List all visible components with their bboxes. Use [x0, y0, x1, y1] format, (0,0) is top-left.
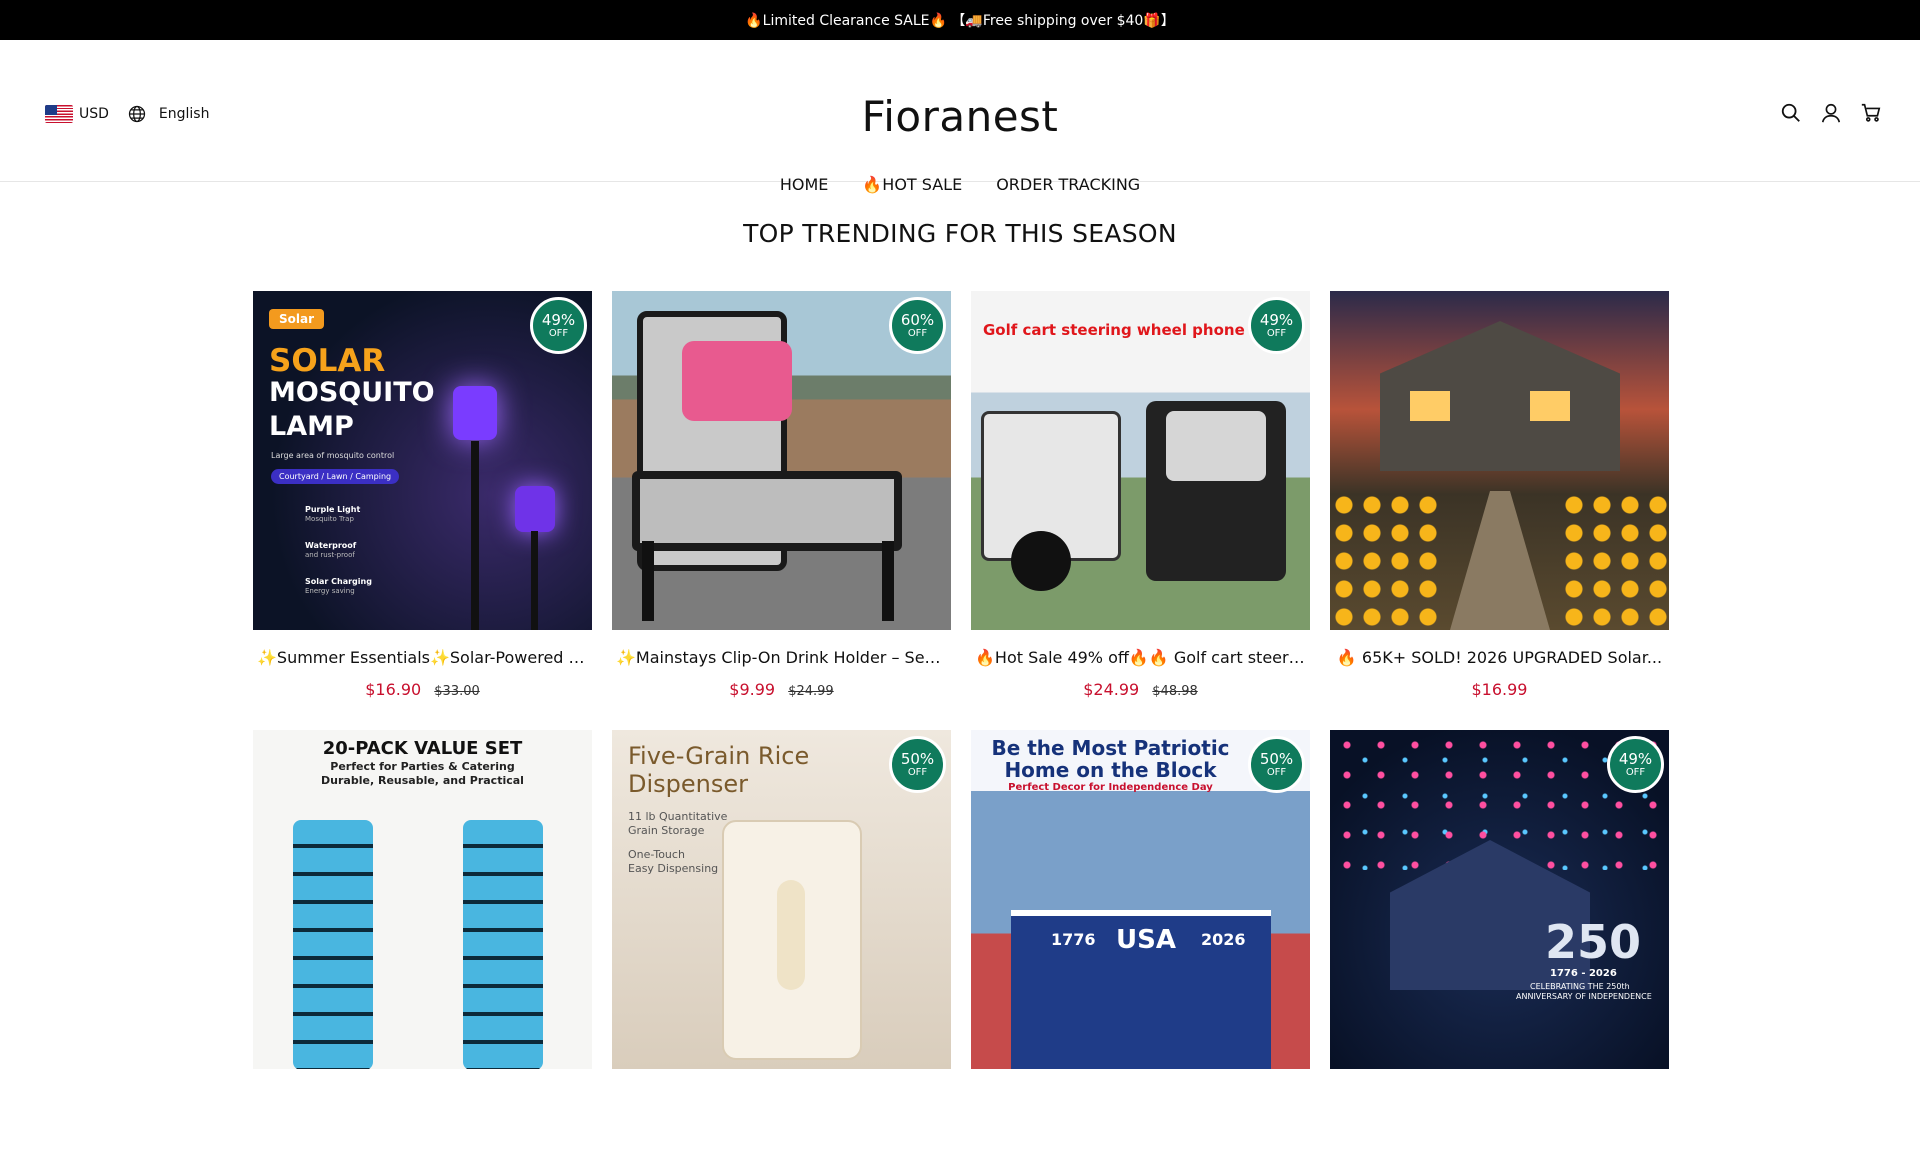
- product-image[interactable]: 250 1776 - 2026 CELEBRATING THE 250th AN…: [1330, 730, 1669, 1069]
- basket-stack: [463, 820, 543, 1069]
- product-card[interactable]: 20-PACK VALUE SET Perfect for Parties & …: [253, 730, 592, 1169]
- lamp-pole: [471, 441, 479, 630]
- product-title[interactable]: ✨Mainstays Clip-On Drink Holder – Secure…: [612, 648, 951, 667]
- announcement-text: 🔥Limited Clearance SALE🔥 【🚚Free shipping…: [745, 13, 1175, 29]
- discount-badge: 49% OFF: [530, 297, 587, 354]
- sale-price: $9.99: [729, 680, 776, 699]
- account-icon[interactable]: [1820, 102, 1842, 124]
- product-title[interactable]: 🔥 65K+ SOLD! 2026 UPGRADED Solar...: [1330, 648, 1669, 667]
- product-grid: Solar SOLAR MOSQUITO LAMP Large area of …: [253, 291, 1669, 1169]
- value-set-picture: 20-PACK VALUE SET Perfect for Parties & …: [253, 730, 592, 1069]
- discount-badge: 49% OFF: [1607, 736, 1664, 793]
- nav-hot-sale[interactable]: 🔥HOT SALE: [862, 175, 962, 194]
- dispenser-window: [777, 880, 805, 990]
- discount-badge: 60% OFF: [889, 297, 946, 354]
- product-card[interactable]: 🔥 65K+ SOLD! 2026 UPGRADED Solar... $16.…: [1330, 291, 1669, 730]
- brand-logo[interactable]: Fioranest: [0, 92, 1920, 141]
- section-title: TOP TRENDING FOR THIS SEASON: [743, 219, 1177, 248]
- nav-order-tracking[interactable]: ORDER TRACKING: [996, 175, 1140, 194]
- sale-price: $16.90: [365, 680, 422, 699]
- product-image[interactable]: Solar SOLAR MOSQUITO LAMP Large area of …: [253, 291, 592, 630]
- product-prices: $9.99 $24.99: [612, 680, 951, 699]
- compare-price: $48.98: [1152, 684, 1198, 699]
- product-card[interactable]: Solar SOLAR MOSQUITO LAMP Large area of …: [253, 291, 592, 730]
- compare-price: $24.99: [788, 684, 834, 699]
- basket-stack: [293, 820, 373, 1069]
- chair-seat: [632, 471, 902, 551]
- stone-path: [1450, 491, 1550, 630]
- product-card[interactable]: 60% OFF ✨Mainstays Clip-On Drink Holder …: [612, 291, 951, 730]
- product-image[interactable]: 60% OFF: [612, 291, 951, 630]
- product-image[interactable]: Five-Grain Rice Dispenser 11 lb Quantita…: [612, 730, 951, 1069]
- announcement-bar: 🔥Limited Clearance SALE🔥 【🚚Free shipping…: [0, 0, 1920, 40]
- window-light: [1530, 391, 1570, 421]
- cart-icon[interactable]: [1860, 102, 1882, 124]
- header-actions: [1780, 102, 1882, 124]
- product-card[interactable]: Five-Grain Rice Dispenser 11 lb Quantita…: [612, 730, 951, 1169]
- nav-home[interactable]: HOME: [780, 175, 829, 194]
- main-nav: HOME 🔥HOT SALE ORDER TRACKING: [0, 175, 1920, 194]
- product-prices: $16.99: [1330, 680, 1669, 699]
- sale-price: $24.99: [1083, 680, 1140, 699]
- sale-price: $16.99: [1471, 680, 1528, 699]
- pink-pillow: [682, 341, 792, 421]
- discount-badge: 50% OFF: [889, 736, 946, 793]
- sunflowers: [1560, 491, 1669, 630]
- lamp-glow: [453, 386, 497, 440]
- product-title[interactable]: ✨Summer Essentials✨Solar-Powered UV Mosq…: [253, 648, 592, 667]
- product-image[interactable]: Be the Most Patriotic Home on the Block …: [971, 730, 1310, 1069]
- product-image[interactable]: Golf cart steering wheel phone 49% OFF: [971, 291, 1310, 630]
- lamp-glow: [515, 486, 555, 532]
- product-card[interactable]: 250 1776 - 2026 CELEBRATING THE 250th AN…: [1330, 730, 1669, 1169]
- product-image[interactable]: 20-PACK VALUE SET Perfect for Parties & …: [253, 730, 592, 1069]
- product-card[interactable]: Golf cart steering wheel phone 49% OFF 🔥…: [971, 291, 1310, 730]
- product-card[interactable]: Be the Most Patriotic Home on the Block …: [971, 730, 1310, 1169]
- product-title[interactable]: 🔥Hot Sale 49% off🔥🔥 Golf cart steering w…: [971, 648, 1310, 667]
- discount-badge: 50% OFF: [1248, 736, 1305, 793]
- window-light: [1410, 391, 1450, 421]
- phone-clamp: [1166, 411, 1266, 481]
- compare-price: $33.00: [434, 684, 480, 699]
- product-image[interactable]: [1330, 291, 1669, 630]
- sunflowers: [1330, 491, 1440, 630]
- chair-leg: [882, 541, 894, 621]
- search-icon[interactable]: [1780, 102, 1802, 124]
- site-header: USD English Fioranest HOME 🔥HOT SALE ORD…: [0, 40, 1920, 194]
- chair-leg: [642, 541, 654, 621]
- lamp-pole: [531, 531, 538, 630]
- product-prices: $16.90 $33.00: [253, 680, 592, 699]
- product-prices: $24.99 $48.98: [971, 680, 1310, 699]
- wheel: [1011, 531, 1071, 591]
- solar-garden-picture: [1330, 291, 1669, 630]
- discount-badge: 49% OFF: [1248, 297, 1305, 354]
